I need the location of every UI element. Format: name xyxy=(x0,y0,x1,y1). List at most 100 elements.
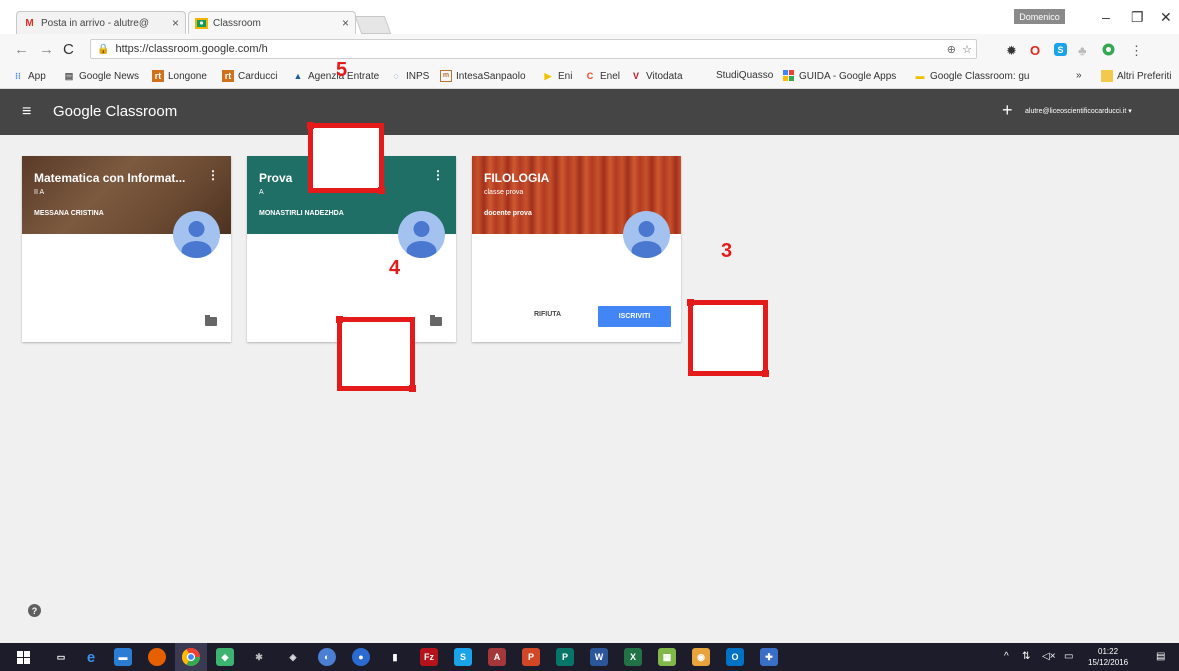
account-menu[interactable]: alutre@liceoscientificocarducci.it ▾ xyxy=(1025,107,1132,115)
add-class-icon[interactable]: + xyxy=(1002,100,1013,121)
rt-icon: rt xyxy=(222,70,234,82)
bookmark-vitodata[interactable]: V Vitodata xyxy=(630,70,683,82)
network-icon[interactable]: ⇅ xyxy=(1022,651,1030,662)
app-title[interactable]: Google Classroom xyxy=(53,103,177,120)
access-icon[interactable]: A xyxy=(488,648,506,666)
task-view-icon[interactable]: ▭ xyxy=(52,648,70,666)
tab-classroom[interactable]: Classroom × xyxy=(188,11,356,34)
card-title[interactable]: Prova xyxy=(259,171,292,185)
excel-icon[interactable]: X xyxy=(624,648,642,666)
close-icon[interactable]: × xyxy=(172,16,179,30)
bookmark-longone[interactable]: rt Longone xyxy=(152,70,207,82)
card-section: II A xyxy=(34,189,45,196)
folder-icon[interactable] xyxy=(205,315,217,326)
folder-icon[interactable] xyxy=(430,315,442,326)
bookmark-eni[interactable]: ▶ Eni xyxy=(542,70,573,82)
app-icon[interactable]: ● xyxy=(352,648,370,666)
bookmark-label: Eni xyxy=(558,70,573,82)
avatar-icon xyxy=(173,211,220,258)
chrome-icon[interactable] xyxy=(182,648,200,666)
bookmark-label: Google News xyxy=(79,70,140,82)
star-icon[interactable]: ☆ xyxy=(962,43,972,56)
bookmarks-overflow[interactable]: » xyxy=(1076,70,1082,81)
display-icon[interactable]: ▭ xyxy=(1064,651,1073,662)
gear-icon[interactable]: ✹ xyxy=(1006,43,1017,59)
powerpoint-icon[interactable]: P xyxy=(522,648,540,666)
extension-green-icon[interactable] xyxy=(1102,43,1115,59)
windows-start-icon[interactable] xyxy=(14,648,32,666)
classroom-icon xyxy=(195,17,208,29)
app-icon[interactable]: ◆ xyxy=(216,648,234,666)
clock-date: 15/12/2016 xyxy=(1088,658,1129,667)
card-title[interactable]: FILOLOGIA xyxy=(484,171,549,185)
bookmark-inps[interactable]: ◌ INPS xyxy=(390,70,429,82)
bookmark-google-news[interactable]: ▤ Google News xyxy=(63,70,139,82)
skype-icon[interactable]: S xyxy=(1054,43,1067,59)
more-options-icon[interactable]: ⋮ xyxy=(207,168,219,182)
class-card-matematica[interactable]: Matematica con Informat... ⋮ II A MESSAN… xyxy=(22,156,231,342)
outlook-icon[interactable]: O xyxy=(726,648,744,666)
agenzia-icon: ▲ xyxy=(293,71,303,81)
card-title[interactable]: Matematica con Informat... xyxy=(34,171,185,185)
edge-icon[interactable]: e xyxy=(82,648,100,666)
zoom-icon[interactable]: ⊕ xyxy=(947,43,956,56)
new-tab-button[interactable] xyxy=(354,16,392,34)
bookmark-guida[interactable]: GUIDA - Google Apps xyxy=(783,70,896,82)
notifications-icon[interactable]: ▤ xyxy=(1156,651,1165,662)
profile-badge[interactable]: Domenico xyxy=(1014,9,1065,24)
bookmark-studiquasso[interactable]: StudiQuasso xyxy=(716,70,773,81)
chevron-up-icon[interactable]: ^ xyxy=(1004,651,1009,662)
app-icon[interactable]: ▦ xyxy=(658,648,676,666)
file-explorer-icon[interactable]: ▬ xyxy=(114,648,132,666)
bookmark-label: Enel xyxy=(600,70,621,82)
filezilla-icon[interactable]: Fz xyxy=(420,648,438,666)
app-icon[interactable]: ✱ xyxy=(250,648,268,666)
system-clock[interactable]: 01:22 15/12/2016 xyxy=(1088,646,1128,668)
bookmark-label: » xyxy=(1076,70,1082,81)
skype-icon[interactable]: S xyxy=(454,648,472,666)
omnibar: ← → C 🔒 https://classroom.google.com/h ⊕… xyxy=(0,34,1179,65)
menu-dots-icon[interactable]: ⋮ xyxy=(1130,43,1143,59)
bookmark-carducci[interactable]: rt Carducci xyxy=(222,70,277,82)
shield-icon[interactable]: ✚ xyxy=(760,648,778,666)
url-input[interactable]: 🔒 https://classroom.google.com/h ⊕ ☆ xyxy=(90,39,977,59)
bookmark-altri-preferiti[interactable]: Altri Preferiti xyxy=(1101,70,1171,82)
extension-icon[interactable]: ♣ xyxy=(1078,43,1087,58)
bookmark-enel[interactable]: C Enel xyxy=(584,70,620,82)
bookmark-app[interactable]: ⁝⁝ App xyxy=(12,70,46,82)
app-icon[interactable]: ▮ xyxy=(386,648,404,666)
class-card-filologia[interactable]: FILOLOGIA classe prova docente prova RIF… xyxy=(472,156,681,342)
bookmarks-bar: ⁝⁝ App ▤ Google News rt Longone rt Carducci … xyxy=(0,65,1179,89)
bookmark-google-classroom[interactable]: ▬ Google Classroom: gu xyxy=(914,70,1030,82)
app-icon[interactable]: ◐ xyxy=(318,648,336,666)
annotation-box xyxy=(687,299,769,377)
app-icon[interactable]: ◈ xyxy=(284,648,302,666)
restore-icon[interactable]: ❐ xyxy=(1131,9,1144,26)
word-icon[interactable]: W xyxy=(590,648,608,666)
close-icon[interactable]: × xyxy=(342,16,349,30)
hamburger-menu-icon[interactable]: ≡ xyxy=(22,103,31,121)
bookmark-label: IntesaSanpaolo xyxy=(456,70,526,82)
annotation-number-4: 4 xyxy=(389,257,401,279)
forward-icon[interactable]: → xyxy=(39,41,54,58)
v-icon: V xyxy=(632,71,639,81)
annotation-box xyxy=(307,122,385,194)
opera-icon[interactable]: O xyxy=(1030,43,1040,58)
reject-button[interactable]: RIFIUTA xyxy=(534,311,561,318)
reload-icon[interactable]: C xyxy=(63,41,74,58)
avatar-icon xyxy=(398,211,445,258)
volume-icon[interactable]: ◁× xyxy=(1042,651,1056,662)
tab-gmail[interactable]: M Posta in arrivo - alutre@ × xyxy=(16,11,186,34)
window-close-icon[interactable]: ✕ xyxy=(1160,9,1172,26)
minimize-icon[interactable]: – xyxy=(1102,9,1110,25)
join-button[interactable]: ISCRIVITI xyxy=(598,306,671,327)
help-icon[interactable]: ? xyxy=(28,604,41,617)
more-options-icon[interactable]: ⋮ xyxy=(432,168,444,182)
bookmark-intesa[interactable]: m IntesaSanpaolo xyxy=(440,70,526,82)
app-icon[interactable]: ◉ xyxy=(692,648,710,666)
lock-icon: 🔒 xyxy=(97,43,110,55)
publisher-icon[interactable]: P xyxy=(556,648,574,666)
firefox-icon[interactable] xyxy=(148,648,166,666)
back-icon[interactable]: ← xyxy=(14,41,29,58)
enel-icon: C xyxy=(586,71,594,81)
